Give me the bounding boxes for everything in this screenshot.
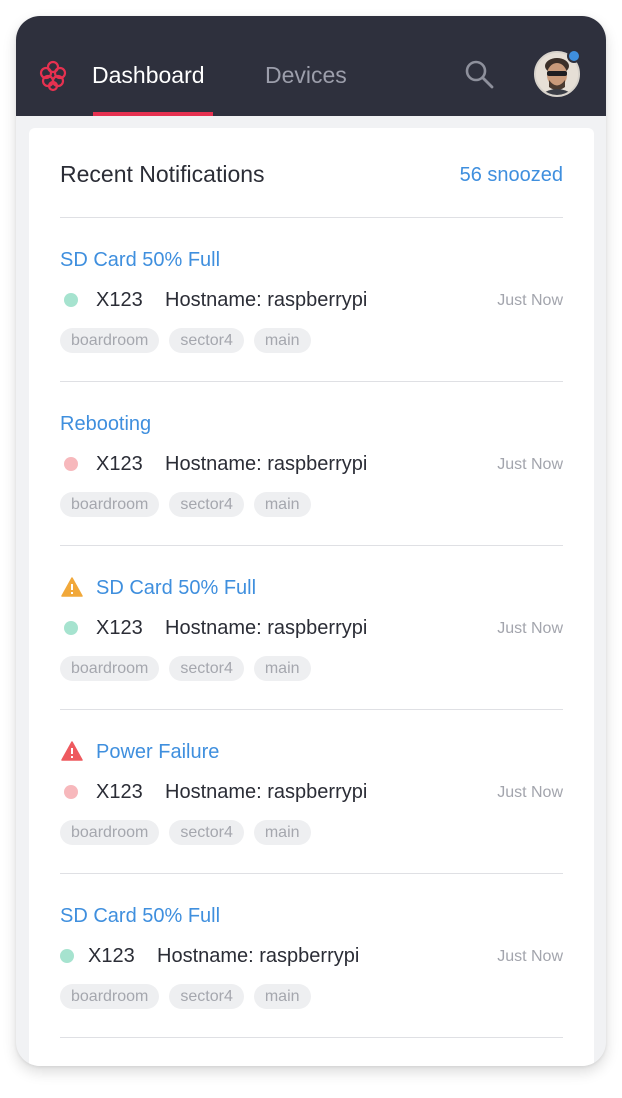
notifications-card: Recent Notifications 56 snoozed SD Card … — [29, 128, 594, 1066]
tag-list: boardroom sector4 main — [60, 820, 311, 845]
active-tab-indicator — [93, 112, 213, 116]
notification-title[interactable]: Rebooting — [60, 412, 151, 436]
notifications-header: Recent Notifications 56 snoozed — [60, 160, 563, 200]
tag[interactable]: main — [253, 656, 311, 681]
device-id: X123 — [96, 289, 143, 311]
notification-time: Just Now — [497, 948, 563, 965]
notification-title[interactable]: SD Card 50% Full — [60, 248, 220, 272]
notification-item[interactable]: SD Card 50% Full X123 Hostname: raspberr… — [60, 874, 563, 1038]
notification-title[interactable]: SD Card 50% Full — [60, 904, 220, 928]
tag[interactable]: main — [253, 984, 311, 1009]
tag-list: boardroom sector4 main — [60, 492, 311, 517]
notification-time: Just Now — [497, 620, 563, 637]
device-id: X123 — [96, 453, 143, 475]
device-hostname: Hostname: raspberrypi — [165, 289, 368, 311]
status-dot-online — [64, 621, 78, 635]
status-dot-online — [64, 293, 78, 307]
tag[interactable]: sector4 — [169, 820, 244, 845]
tag[interactable]: sector4 — [169, 984, 244, 1009]
search-icon[interactable] — [463, 58, 495, 90]
tag-list: boardroom sector4 main — [60, 984, 311, 1009]
tag[interactable]: boardroom — [60, 656, 160, 681]
notifications-title: Recent Notifications — [60, 161, 265, 187]
divider — [60, 1037, 563, 1038]
raspberry-logo-icon[interactable] — [38, 58, 68, 92]
tag[interactable]: sector4 — [169, 656, 244, 681]
top-navigation-bar: Dashboard Devices — [16, 16, 606, 116]
tag[interactable]: boardroom — [60, 328, 160, 353]
tab-devices[interactable]: Devices — [265, 60, 347, 90]
notification-title[interactable]: SD Card 50% Full — [96, 576, 256, 600]
device-id: X123 — [96, 617, 143, 639]
snoozed-link[interactable]: 56 snoozed — [460, 162, 563, 188]
tag[interactable]: boardroom — [60, 492, 160, 517]
tag[interactable]: main — [253, 820, 311, 845]
tab-dashboard[interactable]: Dashboard — [92, 60, 205, 90]
notification-item[interactable]: Rebooting X123 Hostname: raspberrypi Jus… — [60, 382, 563, 546]
device-id: X123 — [88, 945, 135, 967]
notification-item[interactable]: SD Card 50% Full X123 Hostname: raspberr… — [60, 546, 563, 710]
status-dot-online — [60, 949, 74, 963]
mobile-app-frame: Dashboard Devices Recent Notifications 5… — [16, 16, 606, 1066]
device-hostname: Hostname: raspberrypi — [165, 617, 368, 639]
status-dot-offline — [64, 457, 78, 471]
tag-list: boardroom sector4 main — [60, 656, 311, 681]
warning-icon — [61, 577, 83, 597]
notification-time: Just Now — [497, 784, 563, 801]
notification-item[interactable]: Power Failure X123 Hostname: raspberrypi… — [60, 710, 563, 874]
status-dot-offline — [64, 785, 78, 799]
tag[interactable]: boardroom — [60, 820, 160, 845]
tag[interactable]: sector4 — [169, 492, 244, 517]
notification-badge-dot — [567, 49, 581, 63]
tag[interactable]: main — [253, 492, 311, 517]
tag[interactable]: main — [253, 328, 311, 353]
tag[interactable]: boardroom — [60, 984, 160, 1009]
tag-list: boardroom sector4 main — [60, 328, 311, 353]
notification-time: Just Now — [497, 292, 563, 309]
device-hostname: Hostname: raspberrypi — [165, 781, 368, 803]
tag[interactable]: sector4 — [169, 328, 244, 353]
device-id: X123 — [96, 781, 143, 803]
notification-time: Just Now — [497, 456, 563, 473]
device-hostname: Hostname: raspberrypi — [157, 945, 360, 967]
notification-item[interactable]: SD Card 50% Full X123 Hostname: raspberr… — [60, 218, 563, 382]
alert-icon — [61, 741, 83, 761]
device-hostname: Hostname: raspberrypi — [165, 453, 368, 475]
notification-title[interactable]: Power Failure — [96, 740, 219, 764]
